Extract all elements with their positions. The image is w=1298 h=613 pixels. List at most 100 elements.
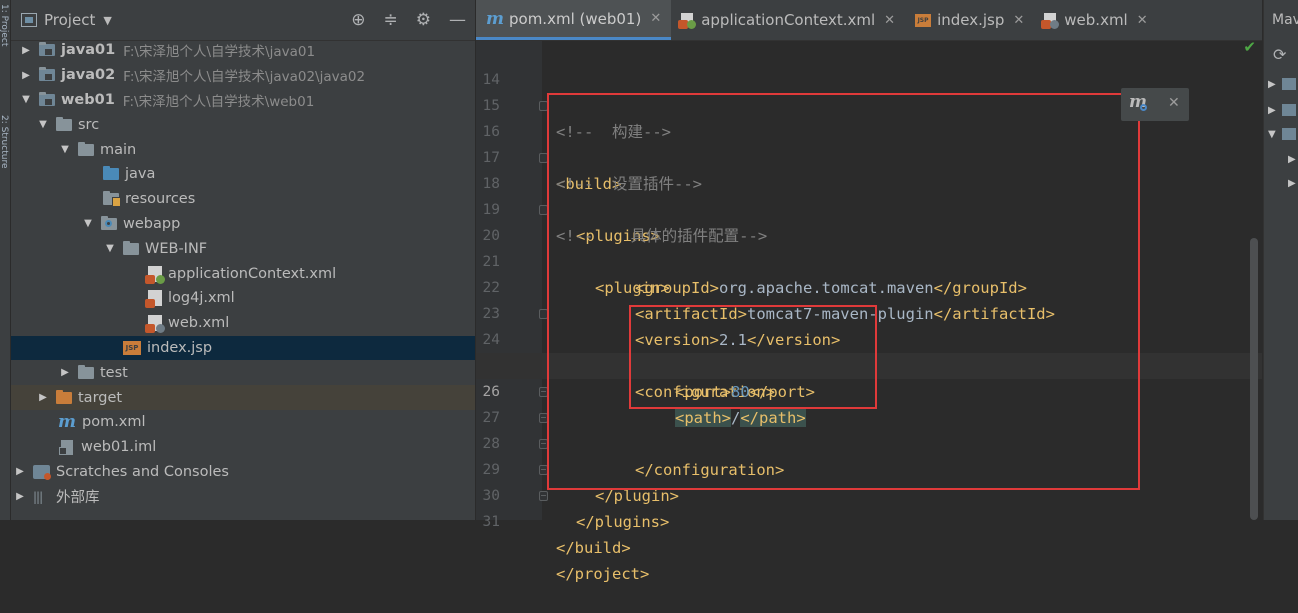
- close-icon[interactable]: ✕: [1013, 13, 1024, 28]
- spring-xml-icon: [145, 265, 165, 284]
- collapse-all-icon[interactable]: ≑: [384, 10, 398, 30]
- maven-module-icon: [1281, 128, 1296, 140]
- gear-icon[interactable]: ⚙: [416, 10, 431, 30]
- tab-index-jsp[interactable]: JSP index.jsp ✕: [905, 0, 1034, 40]
- tree-item-java01[interactable]: ▶ java01 F:\宋泽旭个人\自学技术\java01: [11, 38, 475, 63]
- fold-marker-icon[interactable]: [539, 413, 548, 423]
- tree-item-applicationcontext[interactable]: applicationContext.xml: [11, 261, 475, 286]
- project-panel: Project ▼ ⊕ ≑ ⚙ — ▶ java01 F:\宋泽旭个人\自学技术…: [11, 0, 475, 520]
- fold-marker-icon[interactable]: [539, 205, 548, 215]
- structure-tool-tab[interactable]: 2: Structure: [0, 115, 10, 169]
- fold-marker-icon[interactable]: [539, 387, 548, 397]
- tree-item-java02[interactable]: ▶ java02 F:\宋泽旭个人\自学技术\java02\java02: [11, 63, 475, 88]
- left-tool-strip: 1: Project 2: Structure: [0, 0, 11, 520]
- maven-subitem[interactable]: ▶: [1288, 154, 1296, 165]
- tab-label: web.xml: [1064, 11, 1128, 29]
- locate-icon[interactable]: ⊕: [351, 10, 365, 30]
- tree-item-label: java01: [61, 42, 116, 59]
- collapse-arrow-icon[interactable]: ▼: [36, 119, 50, 130]
- iml-file-icon: [59, 439, 73, 455]
- fold-marker-icon[interactable]: [539, 153, 548, 163]
- tree-item-label: applicationContext.xml: [168, 265, 337, 282]
- fold-marker-icon[interactable]: [539, 465, 548, 475]
- editor-scrollbar[interactable]: [1250, 238, 1258, 520]
- tree-item-main[interactable]: ▼ main: [11, 137, 475, 162]
- folder-icon: [123, 240, 139, 255]
- tree-item-web01-iml[interactable]: web01.iml: [11, 435, 475, 460]
- fold-marker-icon[interactable]: [539, 101, 548, 111]
- tree-item-label: java02: [61, 67, 116, 84]
- maven-project-item[interactable]: ▼: [1268, 128, 1296, 140]
- expand-arrow-icon[interactable]: ▶: [58, 367, 72, 378]
- tab-pom-xml[interactable]: m pom.xml (web01) ✕: [476, 0, 672, 40]
- tree-item-test[interactable]: ▶ test: [11, 360, 475, 385]
- expand-arrow-icon[interactable]: ▶: [19, 45, 33, 56]
- code-line-current: 26 <path>/</path>: [476, 353, 1262, 427]
- code-line: 24 <configuration>: [476, 301, 1262, 401]
- collapse-arrow-icon[interactable]: ▼: [58, 144, 72, 155]
- close-icon[interactable]: ✕: [650, 11, 661, 26]
- tab-applicationcontext-xml[interactable]: applicationContext.xml ✕: [671, 0, 905, 40]
- tree-item-label: log4j.xml: [168, 290, 235, 307]
- module-folder-icon: [39, 42, 55, 57]
- code-line: 19 <!-- 具体的插件配置-->: [476, 171, 1262, 245]
- expand-arrow-icon[interactable]: ▶: [13, 491, 27, 502]
- close-icon[interactable]: ✕: [1137, 13, 1148, 28]
- refresh-icon[interactable]: ⟳: [1273, 45, 1286, 64]
- excluded-folder-icon: [56, 389, 72, 404]
- maven-reload-icon[interactable]: m: [1129, 92, 1147, 112]
- tree-item-label: index.jsp: [147, 339, 213, 356]
- tree-item-target[interactable]: ▶ target: [11, 385, 475, 410]
- tree-item-pom-xml[interactable]: m pom.xml: [11, 410, 475, 435]
- tree-item-label: pom.xml: [82, 414, 146, 431]
- tree-item-web-xml[interactable]: web.xml: [11, 311, 475, 336]
- tree-item-label: Scratches and Consoles: [56, 463, 229, 480]
- tab-web-xml[interactable]: web.xml ✕: [1034, 0, 1157, 40]
- expand-arrow-icon[interactable]: ▶: [36, 392, 50, 403]
- checkmark-icon: ✔: [1243, 38, 1256, 56]
- collapse-arrow-icon[interactable]: ▼: [103, 243, 117, 254]
- collapse-arrow-icon[interactable]: ▼: [81, 218, 95, 229]
- code-line: 14: [476, 41, 1262, 88]
- project-tool-tab[interactable]: 1: Project: [0, 4, 10, 46]
- expand-arrow-icon[interactable]: ▶: [13, 466, 27, 477]
- jsp-icon: JSP: [915, 13, 932, 27]
- tree-item-log4j[interactable]: log4j.xml: [11, 286, 475, 311]
- tree-item-java[interactable]: java: [11, 162, 475, 187]
- tree-item-label: web01: [61, 91, 115, 108]
- tree-item-web01[interactable]: ▼ web01 F:\宋泽旭个人\自学技术\web01: [11, 88, 475, 113]
- spring-xml-icon: [678, 13, 697, 29]
- code-line: 31 </project>: [476, 483, 1262, 583]
- folder-icon: [78, 141, 94, 156]
- code-line: 25 <port>80</port>: [476, 327, 1262, 401]
- fold-marker-icon[interactable]: [539, 309, 548, 319]
- maven-module-icon: [1281, 78, 1296, 90]
- tree-item-resources[interactable]: resources: [11, 187, 475, 212]
- close-icon[interactable]: ✕: [884, 13, 895, 28]
- close-icon[interactable]: ✕: [1168, 95, 1180, 111]
- maven-subitem[interactable]: ▶: [1288, 178, 1296, 189]
- tree-item-web-inf[interactable]: ▼ WEB-INF: [11, 236, 475, 261]
- tree-item-src[interactable]: ▼ src: [11, 112, 475, 137]
- tree-item-label: web01.iml: [81, 439, 157, 456]
- tree-item-index-jsp[interactable]: JSP index.jsp: [11, 335, 475, 361]
- tree-item-scratches[interactable]: ▶ Scratches and Consoles: [11, 460, 475, 485]
- maven-panel: Maven ⟳ ▶ ▶ ▼ ▶ ▶: [1263, 0, 1298, 520]
- web-xml-icon: [145, 315, 165, 334]
- module-folder-icon: [39, 67, 55, 82]
- project-view-selector[interactable]: Project ▼: [21, 11, 112, 29]
- fold-marker-icon[interactable]: [539, 439, 548, 449]
- code-line: 21 <groupId>org.apache.tomcat.maven</gro…: [476, 223, 1262, 297]
- fold-marker-icon[interactable]: [539, 491, 548, 501]
- code-line: 27 </configuration>: [476, 379, 1262, 479]
- tree-item-label: target: [78, 389, 123, 406]
- code-line: 22 <artifactId>tomcat7-maven-plugin</art…: [476, 249, 1262, 323]
- xml-file-icon: [145, 290, 162, 309]
- hide-icon[interactable]: —: [449, 10, 466, 30]
- expand-arrow-icon[interactable]: ▶: [19, 70, 33, 81]
- maven-project-item[interactable]: ▶: [1268, 78, 1296, 90]
- tree-item-external-libraries[interactable]: ▶ ||| 外部库: [11, 484, 475, 509]
- maven-project-item[interactable]: ▶: [1268, 104, 1296, 116]
- collapse-arrow-icon[interactable]: ▼: [19, 94, 33, 105]
- tree-item-webapp[interactable]: ▼ webapp: [11, 212, 475, 237]
